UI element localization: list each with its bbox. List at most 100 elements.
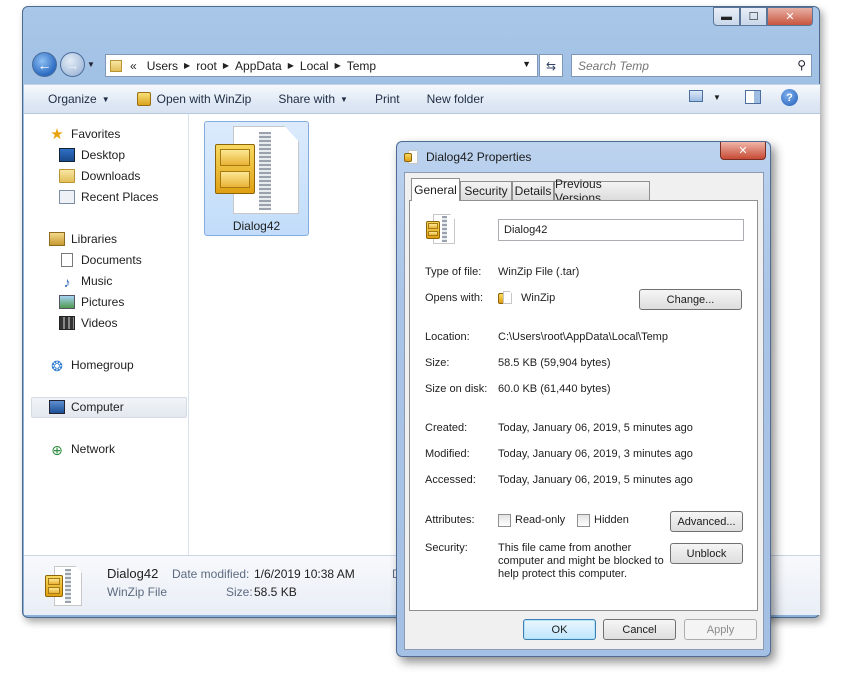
nav-network[interactable]: ⊕ Network [49,440,115,458]
tab-details[interactable]: Details [512,181,554,200]
preview-pane-icon[interactable] [745,90,761,104]
homegroup-icon: ❂ [51,358,63,374]
breadcrumb-users[interactable]: Users [147,59,178,73]
downloads-folder-icon [59,169,75,183]
forward-button[interactable]: → [60,52,85,77]
new-folder-label: New folder [426,92,484,106]
chevron-right-icon[interactable]: ▶ [184,61,190,70]
hidden-checkbox[interactable] [577,514,590,527]
arrow-right-icon: → [65,56,80,73]
size-value: 58.5 KB (59,904 bytes) [498,357,611,369]
winzip-icon [136,92,151,106]
chevron-right-icon[interactable]: ▶ [223,61,229,70]
unblock-button[interactable]: Unblock [670,543,743,564]
chevron-down-icon[interactable]: ▼ [522,59,531,69]
nav-music[interactable]: ♪ Music [59,272,113,290]
print-button[interactable]: Print [375,92,400,106]
search-box[interactable]: ⚲ [571,54,812,77]
address-bar[interactable]: « Users ▶ root ▶ AppData ▶ Local ▶ Temp … [105,54,538,77]
opens-with-value: WinZip [521,292,556,304]
chevron-down-icon: ▼ [340,94,348,104]
open-with-winzip-button[interactable]: Open with WinZip [136,92,251,106]
tab-previous-versions[interactable]: Previous Versions [554,177,650,205]
chevron-down-icon: ▼ [87,60,95,69]
nav-label: Downloads [81,169,141,183]
file-name-field[interactable] [498,219,744,241]
nav-computer[interactable]: Computer [49,398,124,416]
breadcrumb-root[interactable]: root [196,59,217,73]
security-message-line: computer and might be blocked to [498,555,664,567]
music-icon: ♪ [63,274,71,290]
videos-icon [59,316,75,330]
read-only-checkbox[interactable] [498,514,511,527]
breadcrumb-appdata[interactable]: AppData [235,59,282,73]
winzip-file-icon [404,150,418,164]
share-with-button[interactable]: Share with ▼ [278,92,348,106]
chevron-down-icon: ▼ [101,94,110,104]
tab-general[interactable]: General [411,178,460,201]
nav-documents[interactable]: Documents [59,251,142,269]
nav-recent-places[interactable]: Recent Places [59,188,158,206]
search-input[interactable] [576,57,786,74]
nav-desktop[interactable]: Desktop [59,146,125,164]
organize-button[interactable]: Organize ▼ [48,92,110,106]
change-button[interactable]: Change... [639,289,742,310]
nav-label: Homegroup [71,358,134,372]
share-with-label: Share with [278,92,336,106]
ok-button[interactable]: OK [523,619,596,640]
details-date-modified: 1/6/2019 10:38 AM [254,567,355,581]
attributes-label: Attributes: [425,514,475,526]
folder-icon [110,59,122,72]
apply-button[interactable]: Apply [684,619,757,640]
close-icon: ✕ [785,11,795,23]
nav-pictures[interactable]: Pictures [59,293,124,311]
read-only-label[interactable]: Read-only [515,514,565,526]
nav-libraries[interactable]: Libraries [49,230,117,248]
advanced-button[interactable]: Advanced... [670,511,743,532]
dialog-close-button[interactable]: ✕ [720,142,766,160]
opens-with-label: Opens with: [425,292,484,304]
search-icon[interactable]: ⚲ [797,58,806,72]
nav-label: Recent Places [81,190,159,204]
nav-videos[interactable]: Videos [59,314,117,332]
location-label: Location: [425,331,470,343]
nav-label: Videos [81,316,118,330]
maximize-icon: ☐ [748,11,759,23]
close-button[interactable]: ✕ [767,7,813,26]
help-icon[interactable]: ? [781,89,798,106]
minimize-icon: ▬ [721,10,732,23]
breadcrumb-temp[interactable]: Temp [347,59,376,73]
tab-security[interactable]: Security [460,181,512,200]
size-on-disk-label: Size on disk: [425,383,488,395]
refresh-icon: ⇆ [545,58,557,73]
chevron-right-icon[interactable]: ▶ [335,61,341,70]
breadcrumb-local[interactable]: Local [300,59,329,73]
accessed-label: Accessed: [425,474,476,486]
chevron-down-icon[interactable]: ▼ [713,93,721,102]
recent-pages-button[interactable]: ▼ [87,60,97,70]
cancel-button[interactable]: Cancel [603,619,676,640]
chevron-right-icon[interactable]: ▶ [288,61,294,70]
back-button[interactable]: ← [32,52,57,77]
nav-favorites[interactable]: ★ Favorites [49,125,120,143]
refresh-button[interactable]: ⇆ [539,54,563,77]
modified-value: Today, January 06, 2019, 3 minutes ago [498,448,693,460]
nav-homegroup[interactable]: ❂ Homegroup [49,356,134,374]
nav-label: Pictures [81,295,125,309]
star-icon: ★ [50,126,64,143]
location-value: C:\Users\root\AppData\Local\Temp [498,331,668,343]
winzip-file-icon [213,126,301,218]
maximize-button[interactable]: ☐ [740,7,767,26]
properties-dialog: Dialog42 Properties ✕ General Security D… [396,141,771,657]
hidden-label[interactable]: Hidden [594,514,629,526]
type-of-file-value: WinZip File (.tar) [498,266,580,278]
change-view-icon[interactable] [689,90,703,102]
winzip-file-icon [44,566,84,608]
nav-downloads[interactable]: Downloads [59,167,140,185]
nav-label: Network [71,442,116,456]
pictures-icon [59,295,75,309]
minimize-button[interactable]: ▬ [713,7,740,26]
winzip-file-icon [425,214,457,246]
new-folder-button[interactable]: New folder [427,92,484,106]
breadcrumb-overflow[interactable]: « [130,59,137,73]
